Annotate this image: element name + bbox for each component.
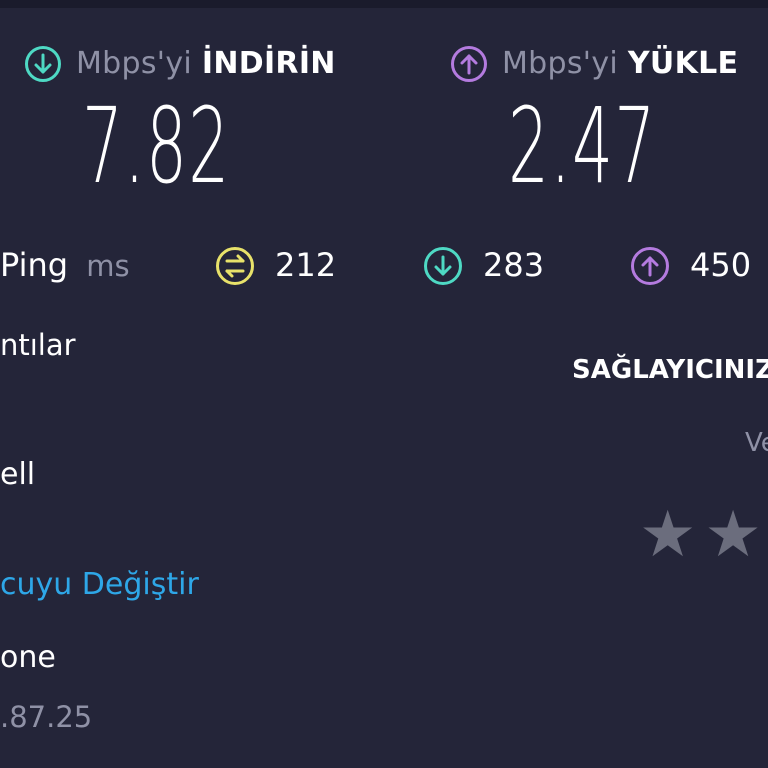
connections-heading: ntılar bbox=[0, 328, 76, 362]
rating-stars[interactable]: ★ ★ bbox=[639, 503, 762, 567]
ping-upload-value: 450 bbox=[690, 246, 752, 284]
star-icon[interactable]: ★ bbox=[704, 498, 761, 572]
arrow-up-circle-icon bbox=[450, 45, 488, 83]
download-value: 7.82 bbox=[82, 85, 231, 207]
download-direction-label: İNDİRİN bbox=[201, 46, 336, 81]
provider-rating-heading: SAĞLAYICINIZ bbox=[572, 355, 768, 385]
ping-text: Ping bbox=[0, 246, 69, 284]
ping-download-icon bbox=[423, 246, 463, 286]
provider-name: ell bbox=[0, 457, 36, 492]
ping-upload-icon bbox=[630, 246, 670, 286]
ping-label: Ping ms bbox=[0, 249, 130, 281]
upload-label: Mbps'yi YÜKLE bbox=[502, 46, 738, 81]
provider-rating-subtext: Ve bbox=[745, 428, 768, 458]
server-name: one bbox=[0, 640, 56, 675]
change-server-link[interactable]: cuyu Değiştir bbox=[0, 570, 199, 600]
speedtest-results-page: Mbps'yi İNDİRİN 7.82 Mbps'yi YÜKLE 2.47 … bbox=[0, 0, 768, 768]
ping-idle-value: 212 bbox=[275, 246, 337, 284]
ping-unit: ms bbox=[86, 249, 130, 283]
arrow-down-circle-icon bbox=[24, 45, 62, 83]
upload-value: 2.47 bbox=[508, 85, 657, 207]
upload-unit-label: Mbps'yi bbox=[502, 46, 619, 81]
download-unit-label: Mbps'yi bbox=[76, 46, 193, 81]
ping-download-value: 283 bbox=[483, 246, 545, 284]
upload-direction-label: YÜKLE bbox=[627, 46, 739, 81]
download-label: Mbps'yi İNDİRİN bbox=[76, 46, 336, 81]
top-bar bbox=[0, 0, 768, 8]
swap-circle-icon bbox=[215, 246, 255, 286]
ip-address: .87.25 bbox=[0, 700, 93, 734]
star-icon[interactable]: ★ bbox=[639, 498, 696, 572]
